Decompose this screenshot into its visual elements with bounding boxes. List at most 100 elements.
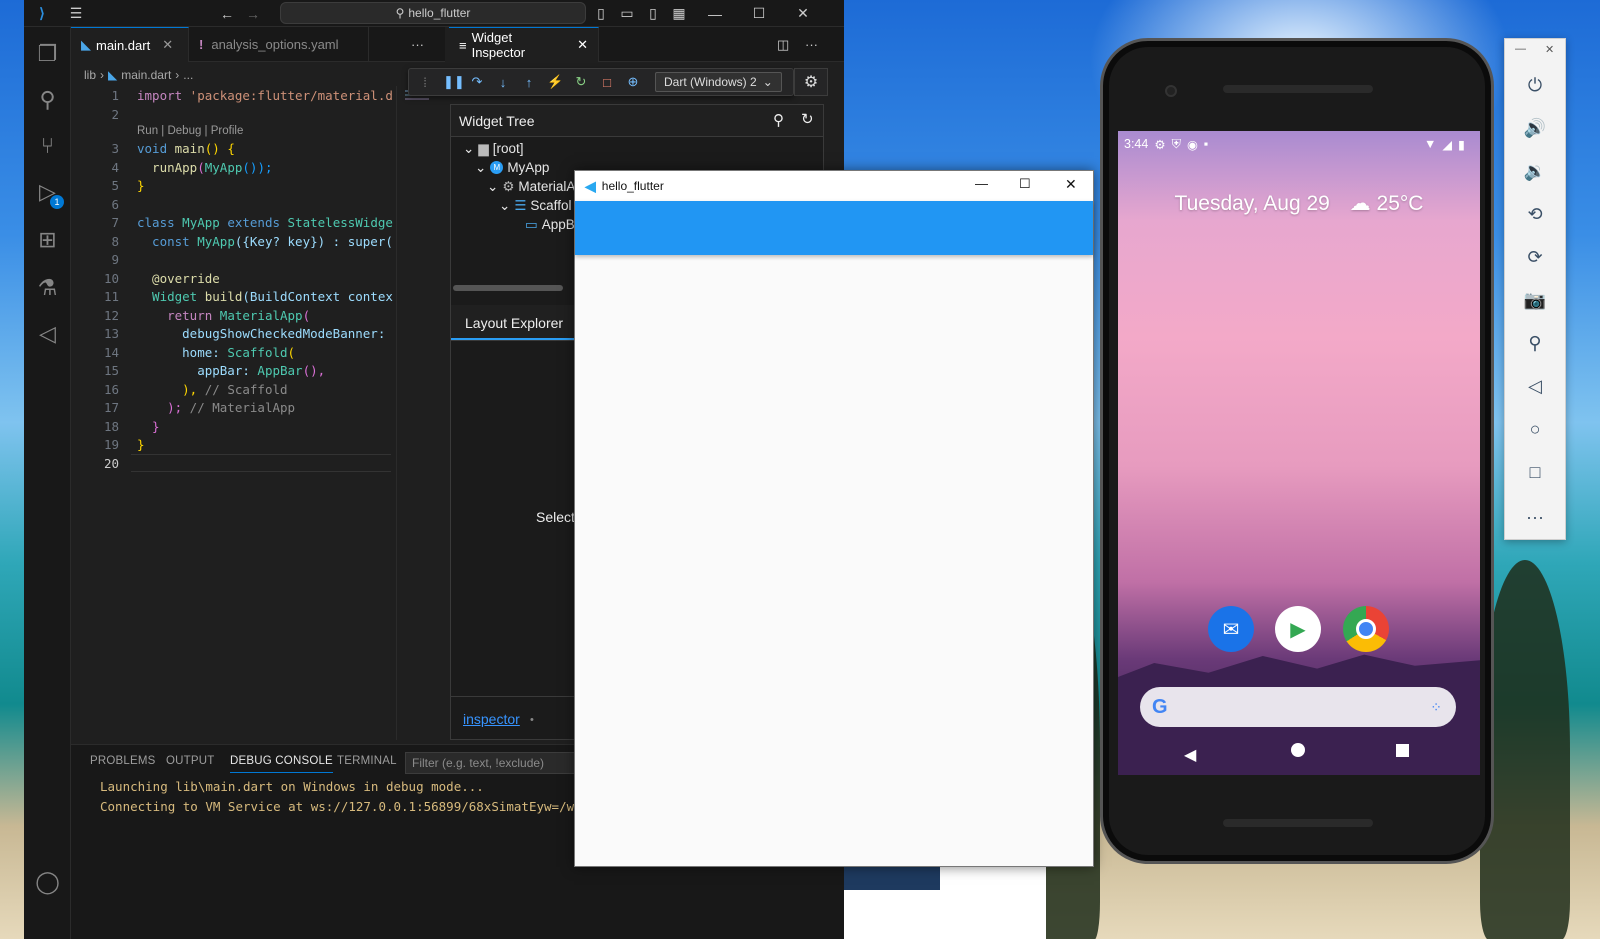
toggle-panel-icon[interactable]: ▭ [616,0,638,27]
step-into-icon[interactable]: ↓ [495,75,511,90]
messages-app-icon[interactable]: ✉ [1208,606,1254,652]
nav-home-icon[interactable] [1291,743,1305,757]
drag-handle-icon[interactable]: ⁞ [417,75,433,90]
tab-output[interactable]: OUTPUT [166,755,214,767]
google-search-bar[interactable]: G ⁘ [1140,687,1456,727]
tab-debug-console[interactable]: DEBUG CONSOLE [230,755,333,773]
customize-layout-icon[interactable]: ▦ [668,0,690,27]
split-editor-icon[interactable]: ◫ [767,27,797,62]
code-line: debugShowCheckedModeBanner: [137,326,386,341]
tree-node-root[interactable]: ⌄ ▆ [root] [463,139,523,158]
minimize-button[interactable]: — [975,176,988,191]
search-text: hello_flutter [408,6,471,20]
play-store-app-icon[interactable]: ▶ [1275,606,1321,652]
back-icon[interactable]: ◁ [1505,368,1565,404]
home-icon[interactable]: ○ [1505,411,1565,447]
extensions-icon[interactable]: ⊞ [24,217,71,263]
tab-terminal[interactable]: TERMINAL [337,755,397,767]
volume-up-icon[interactable]: 🔊 [1505,110,1565,146]
breadcrumb-main-dart[interactable]: main.dart [121,68,171,82]
flutter-window-title-bar: ◀ hello_flutter — ☐ ✕ [575,171,1093,201]
close-button[interactable]: ✕ [788,0,818,27]
stop-icon[interactable]: □ [599,75,615,90]
emulator-close-button[interactable]: ✕ [1545,43,1554,56]
phone-screen[interactable]: 3:44 ⚙ ⛨ ◉ ▪ ▼ ◢ ▮ Tuesday, Aug 29 ☁ 25°… [1118,131,1480,775]
step-over-icon[interactable]: ↷ [469,74,485,90]
inspect-widget-icon[interactable]: ⊕ [625,74,641,90]
tab-analysis-options[interactable]: ! analysis_options.yaml [189,27,369,62]
debug-toolbar: ⁞ ❚❚ ↷ ↓ ↑ ⚡ ↻ □ ⊕ Dart (Windows) 2 ⌄ [408,68,794,96]
signal-icon: ◢ [1442,137,1452,152]
close-tab-icon[interactable]: ✕ [577,37,588,53]
temperature-text: 25°C [1376,192,1424,215]
more-actions-icon[interactable]: ··· [401,27,441,62]
minimize-button[interactable]: — [700,0,730,27]
nav-recents-icon[interactable] [1396,744,1409,757]
run-debug-icon[interactable]: ▷ 1 [24,169,71,215]
close-button[interactable]: ✕ [1065,176,1077,193]
search-icon[interactable]: ⚲ [24,77,71,123]
title-bar: ⟩ ☰ ← → ⚲ hello_flutter ▯ ▭ ▯ ▦ — ☐ ✕ [24,0,844,27]
overview-icon[interactable]: □ [1505,454,1565,490]
current-line-highlight [131,454,391,472]
codelens-run-debug-profile[interactable]: Run | Debug | Profile [137,125,243,137]
date-weather-widget[interactable]: Tuesday, Aug 29 ☁ 25°C [1118,191,1480,216]
nav-back-icon[interactable]: ◀ [1184,745,1196,765]
refresh-icon[interactable]: ↻ [801,110,814,128]
tree-node-appbar[interactable]: ▭ AppB [525,215,575,234]
speaker-grill [1223,85,1373,93]
tree-node-materialapp[interactable]: ⌄ ⚙ MaterialA [487,177,575,196]
toggle-secondary-sidebar-icon[interactable]: ▯ [642,0,664,27]
back-arrow-icon[interactable]: ← [216,0,238,27]
settings-gear-button[interactable]: ⚙ [794,68,828,96]
search-icon[interactable]: ⚲ [773,111,784,129]
forward-arrow-icon[interactable]: → [242,0,264,27]
maximize-button[interactable]: ☐ [744,0,774,27]
tab-widget-inspector[interactable]: ≡ Widget Inspector ✕ [449,27,599,62]
toggle-sidebar-icon[interactable]: ▯ [590,0,612,27]
minimap[interactable] [396,86,432,740]
dart-file-icon: ◣ [81,37,91,52]
emulator-toolbar: — ✕ ⏻ 🔊 🔉 ⟲ ⟳ 📷 ⚲ ◁ ○ □ ··· [1504,38,1566,540]
restart-icon[interactable]: ↻ [573,74,589,90]
rotate-right-icon[interactable]: ⟳ [1505,239,1565,275]
command-center-search[interactable]: ⚲ hello_flutter [280,2,586,24]
more-icon[interactable]: ··· [1505,499,1565,535]
console-line: Launching lib\main.dart on Windows in de… [100,779,484,794]
hot-reload-icon[interactable]: ⚡ [547,74,563,90]
source-control-icon[interactable]: ⑂ [24,123,71,169]
background-window [826,860,1046,939]
debug-session-select[interactable]: Dart (Windows) 2 ⌄ [655,72,782,92]
pause-icon[interactable]: ❚❚ [443,74,465,90]
chrome-app-icon[interactable] [1343,606,1389,652]
tree-node-scaffold[interactable]: ⌄ ☰ Scaffol [499,196,571,215]
flutter-icon[interactable]: ◁ [24,311,71,357]
zoom-icon[interactable]: ⚲ [1505,325,1565,361]
code-editor[interactable]: 1 2 3 4 5 6 7 8 9 10 11 12 13 14 15 16 1… [71,86,393,740]
accounts-icon[interactable]: ◯ [24,859,71,905]
volume-down-icon[interactable]: 🔉 [1505,153,1565,189]
testing-icon[interactable]: ⚗ [24,265,71,311]
more-actions-icon[interactable]: ··· [795,27,825,62]
breadcrumb-lib[interactable]: lib [84,68,96,82]
power-icon[interactable]: ⏻ [1505,67,1565,103]
tab-problems[interactable]: PROBLEMS [90,755,156,767]
rotate-left-icon[interactable]: ⟲ [1505,196,1565,232]
tree-node-myapp[interactable]: ⌄ M MyApp [475,158,549,177]
horizontal-scrollbar[interactable] [453,285,563,291]
layout-explorer-tab[interactable]: Layout Explorer [465,315,563,331]
menu-icon[interactable]: ☰ [64,0,88,27]
close-tab-icon[interactable]: ✕ [162,37,173,53]
tab-main-dart[interactable]: ◣ main.dart ✕ [71,27,189,62]
maximize-button[interactable]: ☐ [1019,176,1031,192]
data-saver-icon: ◉ [1186,137,1198,152]
camera-icon[interactable]: 📷 [1505,282,1565,318]
step-out-icon[interactable]: ↑ [521,75,537,90]
vscode-logo-icon: ⟩ [39,5,45,21]
emulator-minimize-button[interactable]: — [1515,43,1526,55]
assistant-icon[interactable]: ⁘ [1430,699,1442,716]
explorer-icon[interactable]: ❐ [24,31,71,77]
breadcrumb-symbol[interactable]: ... [183,68,193,82]
debug-badge: 1 [50,195,64,209]
inspector-link[interactable]: inspector [463,711,520,727]
